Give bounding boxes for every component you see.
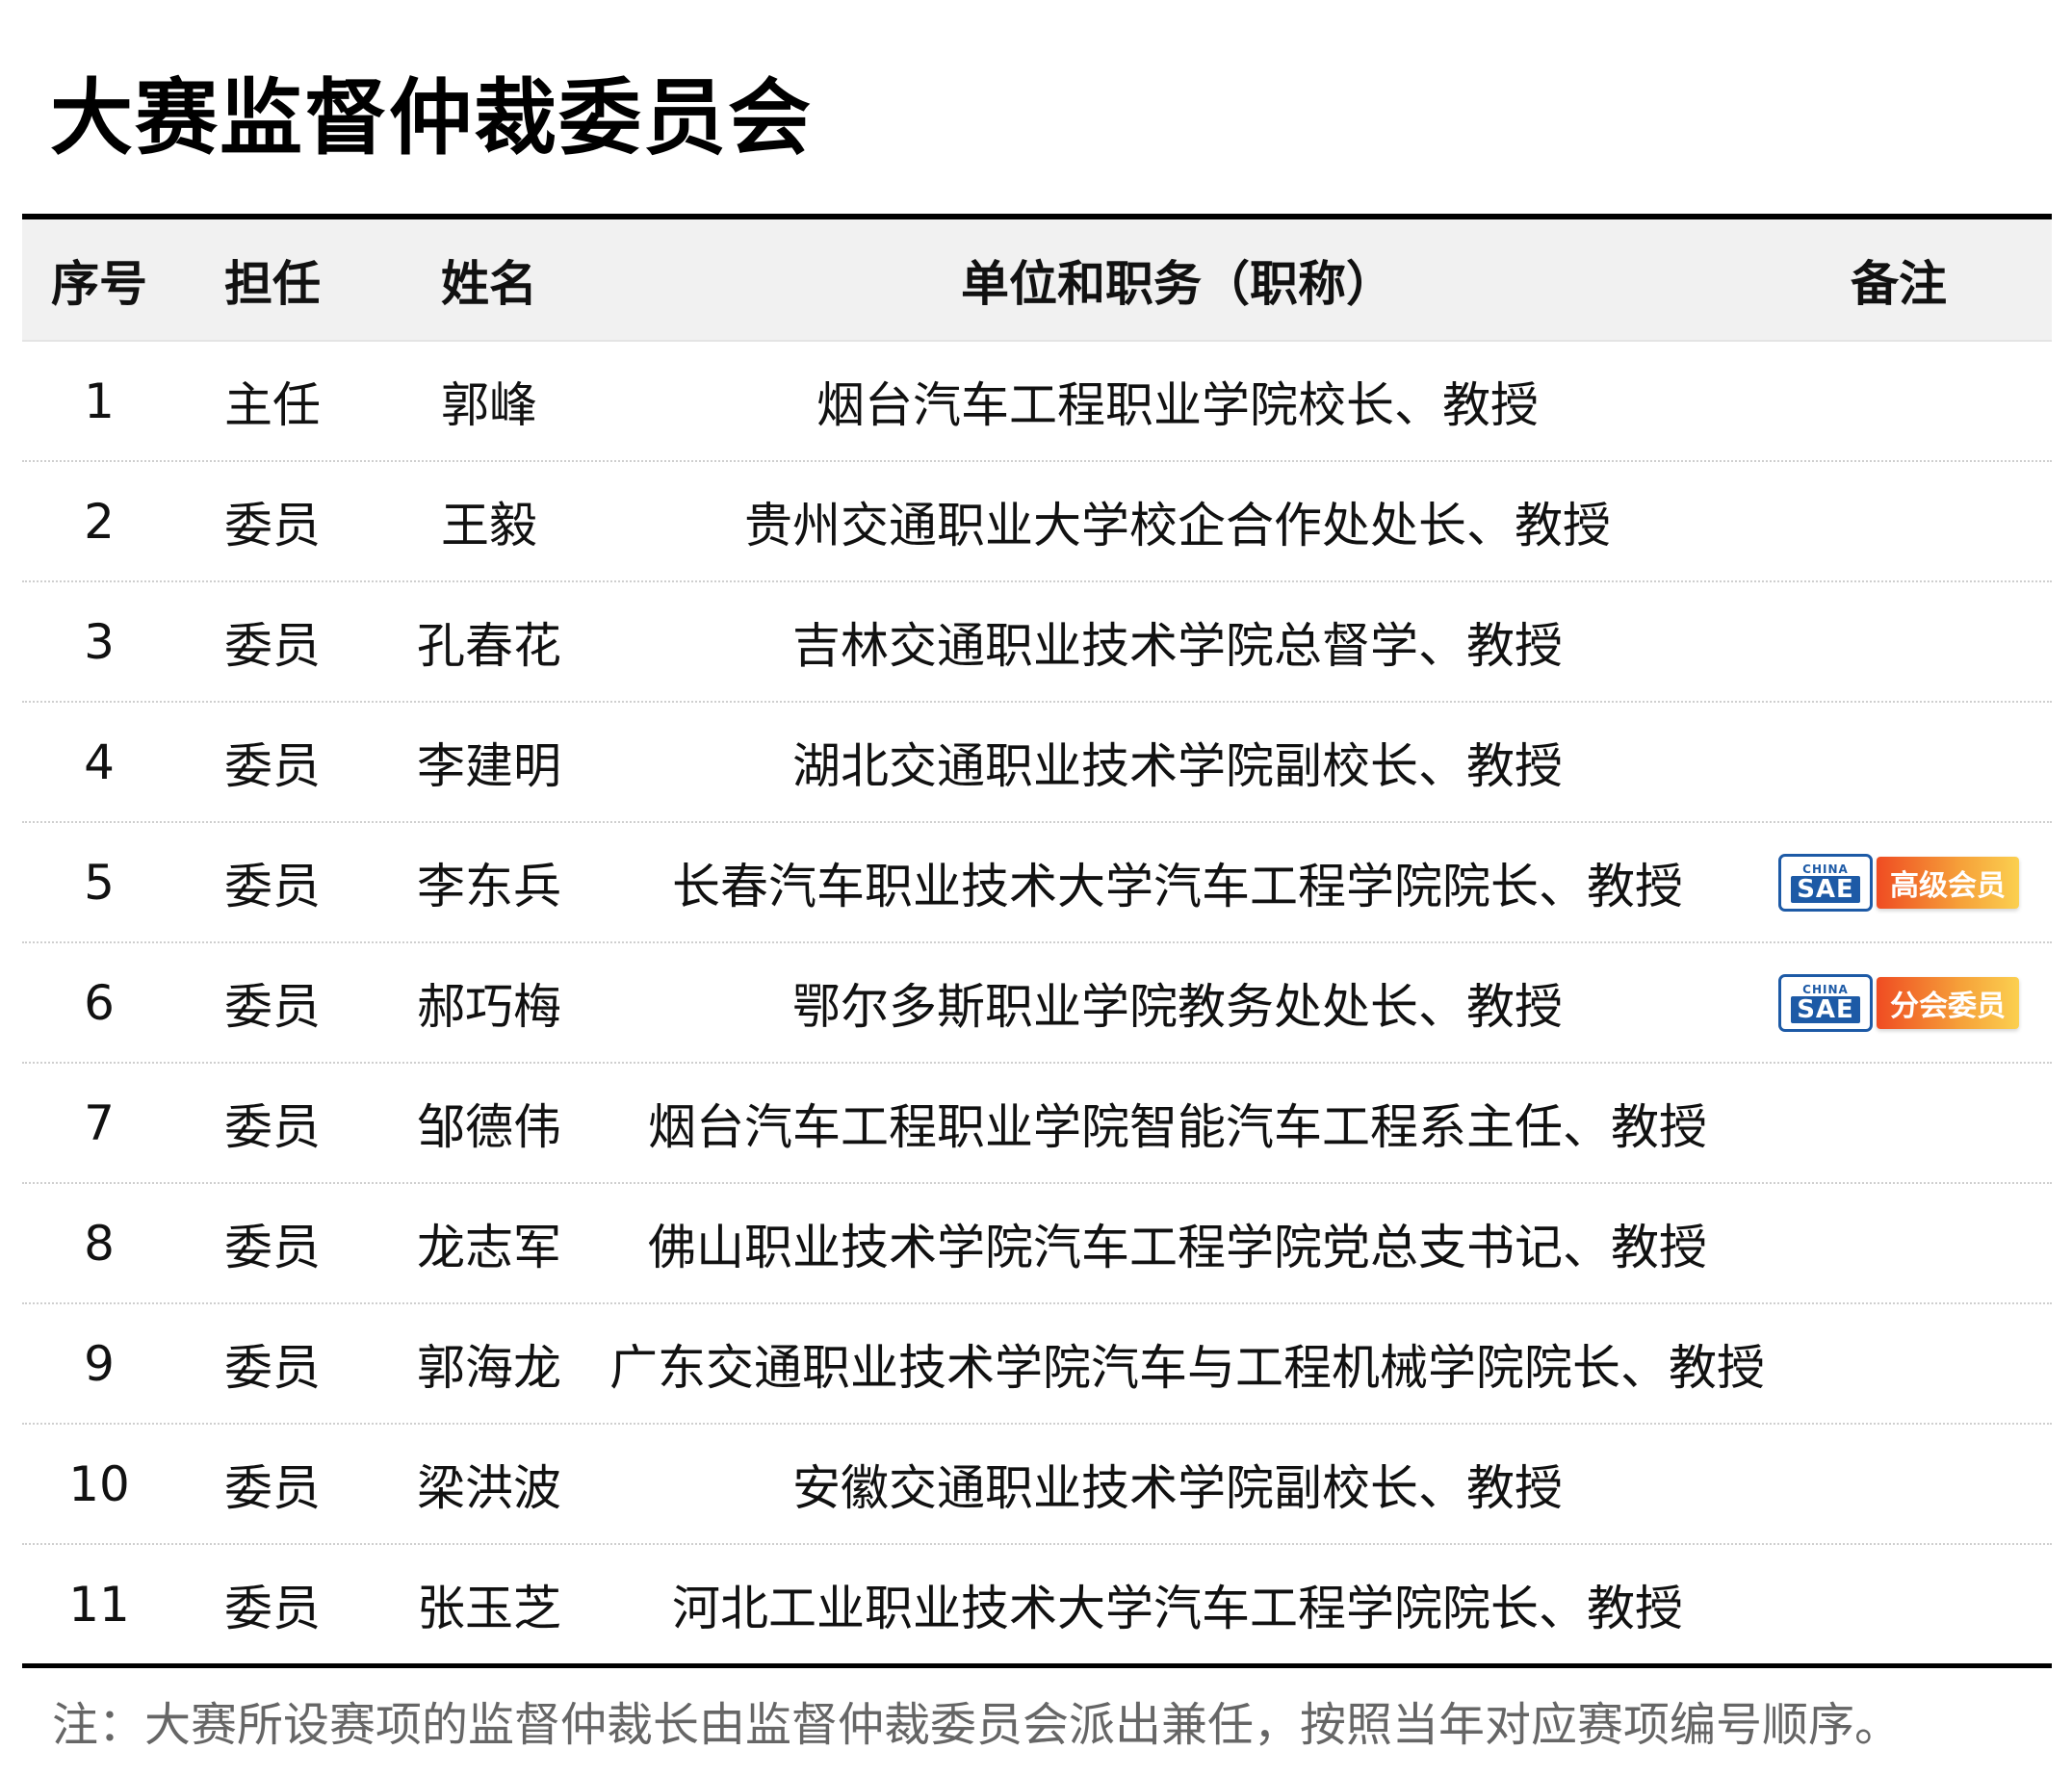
table-row: 6 委员 郝巧梅 鄂尔多斯职业学院教务处处长、教授 CHINA SAE 分会委员	[22, 943, 2052, 1064]
row-role: 委员	[224, 858, 321, 914]
row-name: 郭海龙	[417, 1339, 561, 1396]
footnote: 注：大赛所设赛项的监督仲裁长由监督仲裁委员会派出兼任，按照当年对应赛项编号顺序。	[52, 1698, 1902, 1752]
row-unit: 广东交通职业技术学院汽车与工程机械学院院长、教授	[609, 1339, 1765, 1396]
row-index: 2	[84, 493, 115, 550]
table-row: 1 主任 郭峰 烟台汽车工程职业学院校长、教授	[22, 342, 2052, 462]
row-note: CHINA SAE 分会委员	[1746, 972, 2052, 1034]
row-unit: 鄂尔多斯职业学院教务处处长、教授	[792, 978, 1563, 1035]
row-index: 10	[68, 1455, 130, 1512]
row-role: 委员	[224, 737, 321, 794]
row-name: 李东兵	[417, 858, 561, 914]
row-unit: 长春汽车职业技术大学汽车工程学院院长、教授	[672, 858, 1683, 914]
row-name: 龙志军	[417, 1219, 561, 1275]
committee-table: 序号 担任 姓名 单位和职务（职称） 备注 1 主任 郭峰 烟台汽车工程职业学院校长、…	[22, 214, 2052, 1668]
header-role: 担任	[224, 255, 321, 312]
row-role: 委员	[224, 497, 321, 553]
row-index: 3	[84, 613, 115, 670]
logo-top-text: CHINA	[1802, 982, 1849, 996]
table-row: 2 委员 王毅 贵州交通职业大学校企合作处处长、教授	[22, 462, 2052, 582]
table-header: 序号 担任 姓名 单位和职务（职称） 备注	[22, 219, 2052, 342]
header-name: 姓名	[441, 255, 537, 312]
row-index: 11	[68, 1576, 130, 1633]
row-name: 郝巧梅	[417, 978, 561, 1035]
row-role: 委员	[224, 1459, 321, 1516]
row-note: CHINA SAE 高级会员	[1746, 852, 2052, 914]
row-name: 王毅	[441, 497, 537, 553]
logo-main-text: SAE	[1791, 875, 1860, 903]
page-title: 大赛监督仲裁委员会	[50, 70, 813, 167]
table-row: 7 委员 邹德伟 烟台汽车工程职业学院智能汽车工程系主任、教授	[22, 1064, 2052, 1184]
row-name: 孔春花	[417, 617, 561, 674]
row-unit: 吉林交通职业技术学院总督学、教授	[792, 617, 1563, 674]
row-index: 5	[84, 854, 115, 911]
row-name: 梁洪波	[417, 1459, 561, 1516]
row-unit: 烟台汽车工程职业学院智能汽车工程系主任、教授	[648, 1098, 1707, 1155]
row-name: 李建明	[417, 737, 561, 794]
row-role: 主任	[224, 376, 321, 433]
membership-badge: CHINA SAE 高级会员	[1778, 852, 2019, 914]
logo-main-text: SAE	[1791, 995, 1860, 1023]
row-unit: 安徽交通职业技术学院副校长、教授	[792, 1459, 1563, 1516]
row-index: 8	[84, 1215, 115, 1272]
table-row: 5 委员 李东兵 长春汽车职业技术大学汽车工程学院院长、教授 CHINA SAE 高级会员	[22, 823, 2052, 943]
row-index: 4	[84, 734, 115, 790]
logo-top-text: CHINA	[1802, 862, 1849, 876]
table-row: 8 委员 龙志军 佛山职业技术学院汽车工程学院党总支书记、教授	[22, 1184, 2052, 1304]
row-role: 委员	[224, 1580, 321, 1636]
membership-badge: CHINA SAE 分会委员	[1778, 972, 2019, 1034]
table-row: 11 委员 张玉芝 河北工业职业技术大学汽车工程学院院长、教授	[22, 1545, 2052, 1663]
table-body: 1 主任 郭峰 烟台汽车工程职业学院校长、教授 2 委员 王毅 贵州交通职业大学校企合作处处长…	[22, 342, 2052, 1663]
china-sae-logo-icon: CHINA SAE	[1778, 853, 1873, 912]
header-index: 序号	[51, 255, 147, 312]
header-note: 备注	[1851, 255, 1947, 312]
badge-label: 高级会员	[1877, 856, 2019, 909]
row-role: 委员	[224, 617, 321, 674]
table-row: 4 委员 李建明 湖北交通职业技术学院副校长、教授	[22, 703, 2052, 823]
header-unit: 单位和职务（职称）	[961, 255, 1394, 312]
row-role: 委员	[224, 978, 321, 1035]
row-name: 张玉芝	[417, 1580, 561, 1636]
row-name: 郭峰	[441, 376, 537, 433]
table-row: 10 委员 梁洪波 安徽交通职业技术学院副校长、教授	[22, 1425, 2052, 1545]
row-unit: 佛山职业技术学院汽车工程学院党总支书记、教授	[648, 1219, 1707, 1275]
row-role: 委员	[224, 1339, 321, 1396]
row-unit: 烟台汽车工程职业学院校长、教授	[816, 376, 1539, 433]
row-index: 9	[84, 1335, 115, 1392]
table-row: 9 委员 郭海龙 广东交通职业技术学院汽车与工程机械学院院长、教授	[22, 1304, 2052, 1425]
row-unit: 湖北交通职业技术学院副校长、教授	[792, 737, 1563, 794]
row-unit: 河北工业职业技术大学汽车工程学院院长、教授	[672, 1580, 1683, 1636]
badge-label: 分会委员	[1877, 976, 2019, 1029]
row-index: 1	[84, 373, 115, 429]
row-index: 6	[84, 974, 115, 1031]
row-unit: 贵州交通职业大学校企合作处处长、教授	[744, 497, 1611, 553]
row-name: 邹德伟	[417, 1098, 561, 1155]
row-index: 7	[84, 1094, 115, 1151]
row-role: 委员	[224, 1219, 321, 1275]
table-row: 3 委员 孔春花 吉林交通职业技术学院总督学、教授	[22, 582, 2052, 703]
row-role: 委员	[224, 1098, 321, 1155]
china-sae-logo-icon: CHINA SAE	[1778, 973, 1873, 1032]
